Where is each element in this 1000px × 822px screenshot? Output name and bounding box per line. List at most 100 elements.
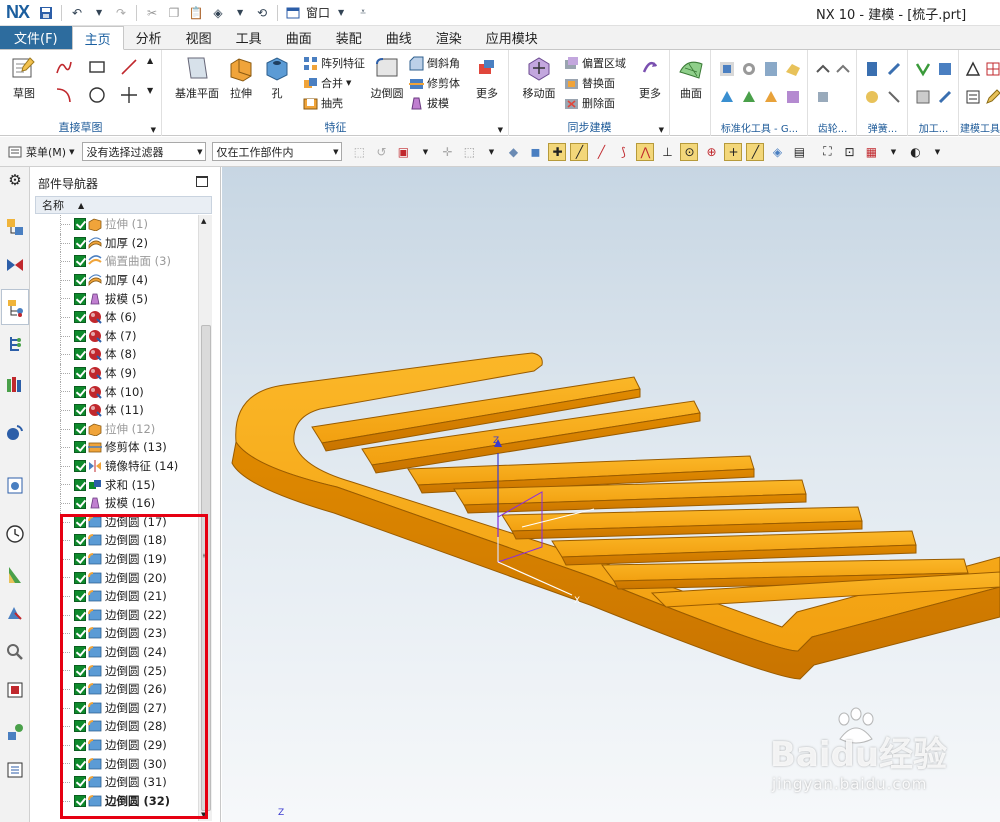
tab-surface[interactable]: 曲面 [274,26,324,49]
gear-tool-1-icon[interactable] [814,60,832,78]
reuse-library-icon[interactable] [5,334,25,354]
dropdown-arrow-icon[interactable]: ▼ [416,143,434,161]
std-tool-2-icon[interactable] [740,60,758,78]
sync-more-button[interactable]: 更多 [630,54,670,101]
feature-row[interactable]: 边倒圆 (32) [35,791,198,811]
save-icon[interactable] [38,5,54,21]
extrude-button[interactable]: 拉伸 [221,54,261,101]
feature-row[interactable]: 镜像特征 (14) [35,456,198,476]
gear-tool-3-icon[interactable] [814,88,832,106]
feature-row[interactable]: 拔模 (16) [35,494,198,513]
move-face-button[interactable]: 移动面 [516,54,562,101]
feature-row[interactable]: 体 (9) [35,363,198,383]
window-icon[interactable] [285,5,301,21]
snap-face-icon[interactable]: ◈ [768,143,786,161]
feature-row[interactable]: 拔模 (5) [35,289,198,308]
dropdown-arrow-icon[interactable]: ▼ [91,5,107,21]
tab-application[interactable]: 应用模块 [474,26,550,49]
group-dropdown-icon[interactable]: ▼ [151,126,156,134]
feature-row[interactable]: 边倒圆 (29) [35,735,198,755]
tab-file[interactable]: 文件(F) [0,26,72,49]
menu-button[interactable]: 菜单(M) [26,144,66,160]
rectangle-icon[interactable] [88,58,106,76]
tab-tools[interactable]: 工具 [224,26,274,49]
copy-icon[interactable]: ❐ [166,5,182,21]
selection-scope-dropdown[interactable]: 仅在工作部件内 ▼ [212,142,343,161]
tab-assembly[interactable]: 装配 [324,26,374,49]
profile-icon[interactable] [55,58,73,76]
graphics-viewport[interactable]: Z X Z [222,167,1000,822]
feature-row[interactable]: 边倒圆 (20) [35,568,198,587]
visibility-checkbox[interactable] [74,515,86,528]
visibility-checkbox[interactable] [74,422,86,435]
feature-row[interactable]: 修剪体 (13) [35,438,198,457]
visibility-checkbox[interactable] [74,534,86,547]
edge-blend-button[interactable]: 边倒圆 [367,54,407,101]
visibility-checkbox[interactable] [74,776,86,789]
feature-row[interactable]: 边倒圆 (30) [35,754,198,773]
visibility-checkbox[interactable] [74,739,86,752]
trim-body-button[interactable]: 修剪体 [409,74,460,92]
gear-icon[interactable]: ⚙ [5,171,25,191]
redo-icon[interactable]: ↷ [113,5,129,21]
dropdown-arrow-icon[interactable]: ▼ [333,5,349,21]
feature-row[interactable]: 体 (7) [35,326,198,346]
tab-curve[interactable]: 曲线 [374,26,424,49]
snap-center-icon[interactable]: ⊙ [680,142,699,161]
visibility-checkbox[interactable] [74,385,86,398]
window-menu[interactable]: 窗口 [306,4,330,21]
feature-row[interactable]: 体 (8) [35,345,198,364]
hole-button[interactable]: 孔 [257,54,297,101]
std-tool-1-icon[interactable] [718,60,736,78]
triangle-icon[interactable] [964,60,982,78]
history-icon[interactable] [5,475,25,495]
dropdown-arrow-icon[interactable]: ▼ [232,5,248,21]
group-dropdown-icon[interactable]: ▼ [659,126,664,134]
snap-point-icon[interactable]: + [724,142,743,161]
visibility-checkbox[interactable] [74,460,86,473]
offset-region-button[interactable]: 偏置区域 [564,54,626,72]
feature-row[interactable]: 边倒圆 (22) [35,605,198,625]
snap-curve-icon[interactable]: ⟆ [614,143,632,161]
surface-button[interactable]: 曲面 [671,54,711,101]
unite-button[interactable]: 合并 ▼ [303,74,351,92]
pencil-icon[interactable] [984,88,1000,106]
std-tool-8-icon[interactable] [784,88,802,106]
dropdown-arrow-icon[interactable]: ▼ [928,143,946,161]
feature-row[interactable]: 体 (6) [35,308,198,327]
feature-row[interactable]: 求和 (15) [35,475,198,494]
visibility-checkbox[interactable] [74,441,86,454]
menu-dropdown-icon[interactable]: ▼ [69,148,74,156]
circle-icon[interactable] [88,86,106,104]
machining-tool-3-icon[interactable] [914,88,932,106]
visibility-checkbox[interactable] [74,701,86,714]
visibility-checkbox[interactable] [74,404,86,417]
feature-row[interactable]: 体 (10) [35,382,198,401]
visibility-checkbox[interactable] [74,553,86,566]
feature-row[interactable]: 边倒圆 (25) [35,661,198,680]
std-tool-7-icon[interactable] [762,88,780,106]
visibility-checkbox[interactable] [74,720,86,733]
spring-tool-2-icon[interactable] [885,60,903,78]
machining-tool-2-icon[interactable] [936,60,954,78]
visibility-checkbox[interactable] [74,329,86,342]
selection-filter-dropdown[interactable]: 没有选择过滤器 ▼ [82,142,207,161]
feature-row[interactable]: 拉伸 (1) [35,215,198,234]
tab-render[interactable]: 渲染 [424,26,474,49]
navigator-scrollbar[interactable]: ▲ ≡ ▼ [198,215,212,821]
clock-icon[interactable] [5,524,25,544]
feature-row[interactable]: 边倒圆 (31) [35,773,198,792]
customize-quick-access-icon[interactable]: ⩡ [355,5,371,21]
sort-ascending-icon[interactable]: ▲ [78,201,84,210]
visibility-checkbox[interactable] [74,292,86,305]
menu-icon[interactable] [6,143,24,161]
constraint-navigator-icon[interactable] [5,255,25,275]
machining-tool-4-icon[interactable] [936,88,954,106]
roles-icon[interactable] [5,680,25,700]
undo-icon[interactable]: ↶ [69,5,85,21]
visibility-checkbox[interactable] [74,255,86,268]
snap-perpendicular-icon[interactable]: ⊥ [658,143,676,161]
system-scene-icon[interactable] [5,722,25,742]
column-header-name[interactable]: 名称 ▲ [35,196,212,214]
reports-icon[interactable] [5,760,25,780]
